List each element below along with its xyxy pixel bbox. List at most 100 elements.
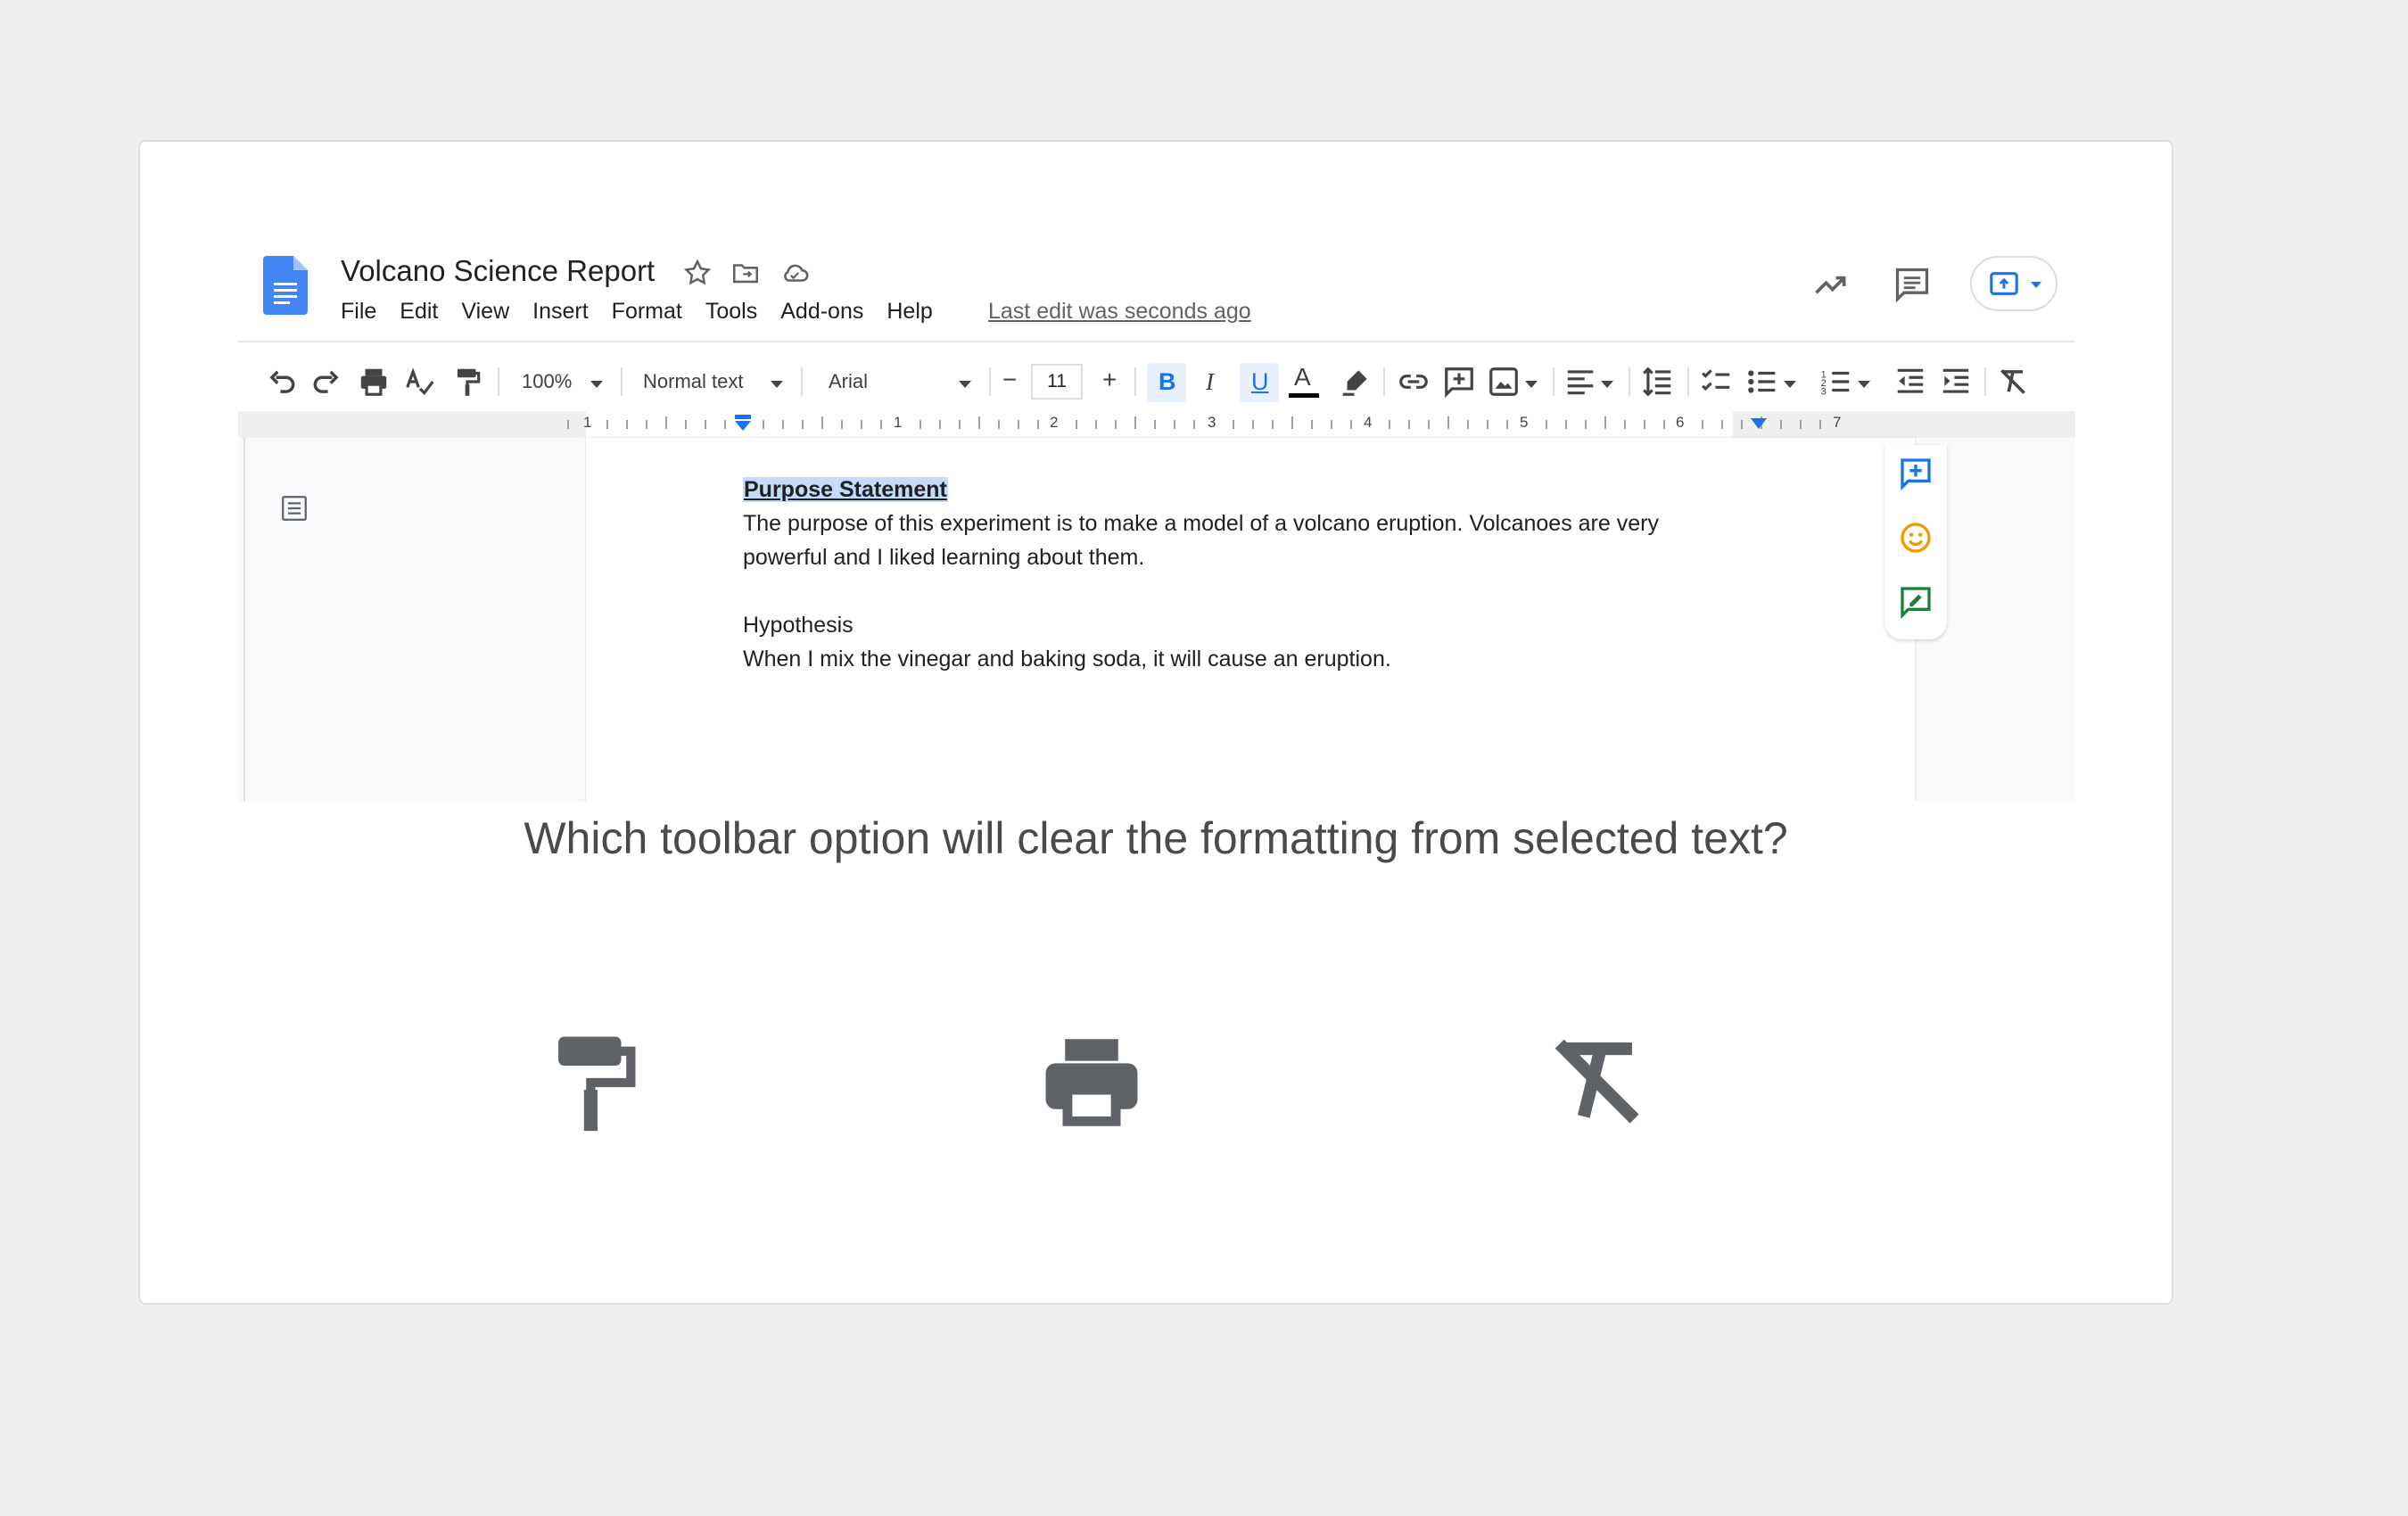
chevron-down-icon <box>959 381 971 388</box>
menu-edit[interactable]: Edit <box>400 299 438 325</box>
activity-trend-icon[interactable] <box>1811 265 1851 304</box>
ruler-number: 1 <box>583 414 592 431</box>
ruler-tick <box>1174 420 1175 429</box>
ruler-tick <box>1389 420 1390 429</box>
ruler-tick <box>1115 420 1117 429</box>
paragraph-line[interactable]: powerful and I liked learning about them… <box>743 545 1144 571</box>
ruler-number: 7 <box>1833 414 1842 431</box>
ruler-tick <box>1291 416 1293 429</box>
ruler-tick <box>1428 420 1430 429</box>
ruler-tick <box>841 420 843 429</box>
print-icon[interactable] <box>357 365 391 399</box>
suggest-edits-icon[interactable] <box>1898 584 1934 620</box>
hypothesis-label[interactable]: Hypothesis <box>743 613 854 639</box>
italic-button[interactable]: I <box>1206 368 1214 396</box>
paragraph-line[interactable]: The purpose of this experiment is to mak… <box>743 511 1659 537</box>
document-title[interactable]: Volcano Science Report <box>341 254 655 288</box>
menu-tools[interactable]: Tools <box>705 299 757 325</box>
horizontal-ruler[interactable]: 1 1 2 3 4 5 6 7 <box>238 411 2075 438</box>
line-spacing-icon[interactable] <box>1641 365 1675 399</box>
font-size-input[interactable]: 11 <box>1031 364 1083 400</box>
align-left-icon[interactable] <box>1563 365 1597 399</box>
decrease-font-size-button[interactable]: − <box>1002 366 1017 394</box>
paint-format-icon[interactable] <box>534 1025 650 1141</box>
checklist-icon[interactable] <box>1700 365 1734 399</box>
ruler-tick <box>1252 420 1254 429</box>
print-icon[interactable] <box>1034 1025 1150 1141</box>
menu-help[interactable]: Help <box>887 299 932 325</box>
last-edit-link[interactable]: Last edit was seconds ago <box>988 299 1251 325</box>
left-indent-marker-icon[interactable] <box>734 415 752 433</box>
ruler-tick <box>1018 420 1019 429</box>
question-card: Volcano Science Report File Edit View In… <box>138 140 2173 1305</box>
menu-format[interactable]: Format <box>612 299 682 325</box>
menu-file[interactable]: File <box>341 299 376 325</box>
font-select[interactable]: Arial <box>829 370 868 393</box>
chevron-down-icon <box>1601 381 1613 388</box>
docs-logo-icon[interactable] <box>263 256 308 315</box>
svg-text:3: 3 <box>1821 386 1827 397</box>
selected-heading-text[interactable]: Purpose Statement <box>743 477 948 502</box>
cloud-saved-icon[interactable] <box>779 258 810 288</box>
spelling-check-icon[interactable] <box>403 365 437 399</box>
paint-format-icon[interactable] <box>450 365 484 399</box>
ruler-tick <box>978 416 980 429</box>
ruler-tick <box>724 420 726 429</box>
ruler-number: 2 <box>1050 414 1059 431</box>
undo-icon[interactable] <box>265 365 299 399</box>
decrease-indent-icon[interactable] <box>1893 365 1927 399</box>
numbered-list-icon[interactable]: 1 2 3 <box>1819 365 1853 399</box>
right-indent-marker-icon[interactable] <box>1750 416 1768 431</box>
ruler-tick <box>1134 416 1136 429</box>
ruler-tick <box>1233 420 1234 429</box>
document-outline-icon[interactable] <box>279 493 309 523</box>
underline-button[interactable]: U <box>1251 368 1269 396</box>
redo-icon[interactable] <box>309 365 343 399</box>
ruler-tick <box>802 420 804 429</box>
floating-action-sidebar <box>1884 445 1947 639</box>
ruler-tick <box>567 420 569 429</box>
ruler-tick <box>1741 420 1743 429</box>
add-comment-icon[interactable] <box>1442 365 1476 399</box>
link-icon[interactable] <box>1397 365 1431 399</box>
toolbar-divider <box>1629 367 1630 396</box>
menu-insert[interactable]: Insert <box>532 299 589 325</box>
ruler-tick <box>1604 416 1606 429</box>
text-color-swatch <box>1289 393 1319 398</box>
add-comment-icon[interactable] <box>1898 456 1934 491</box>
emoji-reaction-icon[interactable] <box>1898 520 1934 556</box>
header-divider <box>238 341 2075 342</box>
insert-image-icon[interactable] <box>1487 365 1521 399</box>
zoom-select[interactable]: 100% <box>522 370 572 393</box>
ruler-tick <box>1819 420 1821 429</box>
increase-font-size-button[interactable]: + <box>1102 366 1117 394</box>
ruler-number: 6 <box>1676 414 1685 431</box>
clear-formatting-icon[interactable] <box>1540 1025 1656 1141</box>
ruler-tick <box>1447 416 1449 429</box>
menu-add-ons[interactable]: Add-ons <box>780 299 863 325</box>
clear-formatting-icon[interactable] <box>1996 365 2030 399</box>
ruler-tick <box>1487 420 1489 429</box>
text-color-button[interactable]: A <box>1294 363 1311 391</box>
ruler-tick <box>1565 420 1567 429</box>
menu-view[interactable]: View <box>461 299 509 325</box>
highlight-pen-icon[interactable] <box>1339 365 1373 399</box>
ruler-number: 4 <box>1364 414 1373 431</box>
hypothesis-text[interactable]: When I mix the vinegar and baking soda, … <box>743 647 1391 672</box>
toolbar-divider <box>1984 367 1986 396</box>
toolbar-divider <box>801 367 803 396</box>
ruler-tick <box>1193 420 1195 429</box>
page-heading[interactable]: Purpose Statement <box>743 477 948 503</box>
comment-history-icon[interactable] <box>1893 265 1932 304</box>
ruler-tick <box>1408 420 1410 429</box>
move-folder-icon[interactable] <box>730 258 761 288</box>
ruler-tick <box>1644 420 1645 429</box>
bulleted-list-icon[interactable] <box>1745 365 1779 399</box>
bold-button[interactable]: B <box>1159 368 1176 396</box>
increase-indent-icon[interactable] <box>1939 365 1973 399</box>
present-button[interactable] <box>1970 256 2058 311</box>
quiz-question: Which toolbar option will clear the form… <box>524 813 1788 863</box>
ruler-tick <box>919 420 921 429</box>
star-icon[interactable] <box>682 258 713 288</box>
paragraph-style-select[interactable]: Normal text <box>643 370 743 393</box>
